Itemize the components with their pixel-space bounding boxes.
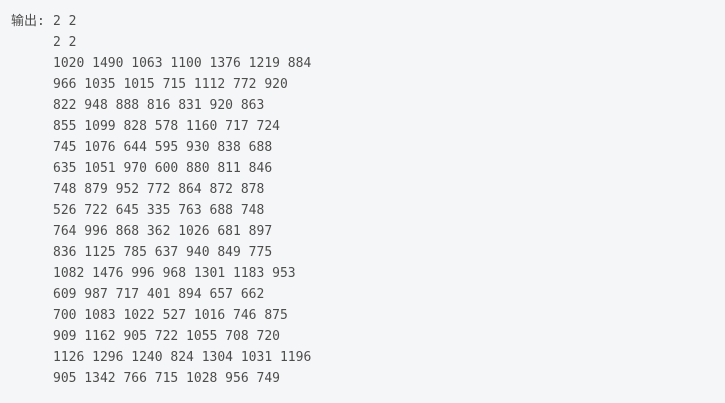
output-line: 609 987 717 401 894 657 662 <box>53 287 265 302</box>
output-line: 700 1083 1022 527 1016 746 875 <box>53 308 288 323</box>
output-line: 1020 1490 1063 1100 1376 1219 884 <box>53 56 312 71</box>
output-line: 2 2 <box>53 35 77 50</box>
output-line: 745 1076 644 595 930 838 688 <box>53 140 273 155</box>
output-line: 635 1051 970 600 880 811 846 <box>53 161 273 176</box>
output-line: 909 1162 905 722 1055 708 720 <box>53 329 280 344</box>
output-lines: 2 2 2 2 1020 1490 1063 1100 1376 1219 88… <box>53 11 311 389</box>
output-line: 966 1035 1015 715 1112 772 920 <box>53 77 288 92</box>
output-line: 836 1125 785 637 940 849 775 <box>53 245 273 260</box>
output-label: 输出: <box>11 14 45 29</box>
output-line: 526 722 645 335 763 688 748 <box>53 203 265 218</box>
output-line: 822 948 888 816 831 920 863 <box>53 98 265 113</box>
output-line: 2 2 <box>53 14 77 29</box>
output-line: 748 879 952 772 864 872 878 <box>53 182 265 197</box>
output-line: 764 996 868 362 1026 681 897 <box>53 224 273 239</box>
output-line: 1082 1476 996 968 1301 1183 953 <box>53 266 296 281</box>
output-line: 855 1099 828 578 1160 717 724 <box>53 119 280 134</box>
output-code-block: 输出: 2 2 2 2 1020 1490 1063 1100 1376 121… <box>0 0 725 403</box>
output-line: 1126 1296 1240 824 1304 1031 1196 <box>53 350 312 365</box>
output-line: 905 1342 766 715 1028 956 749 <box>53 371 280 386</box>
